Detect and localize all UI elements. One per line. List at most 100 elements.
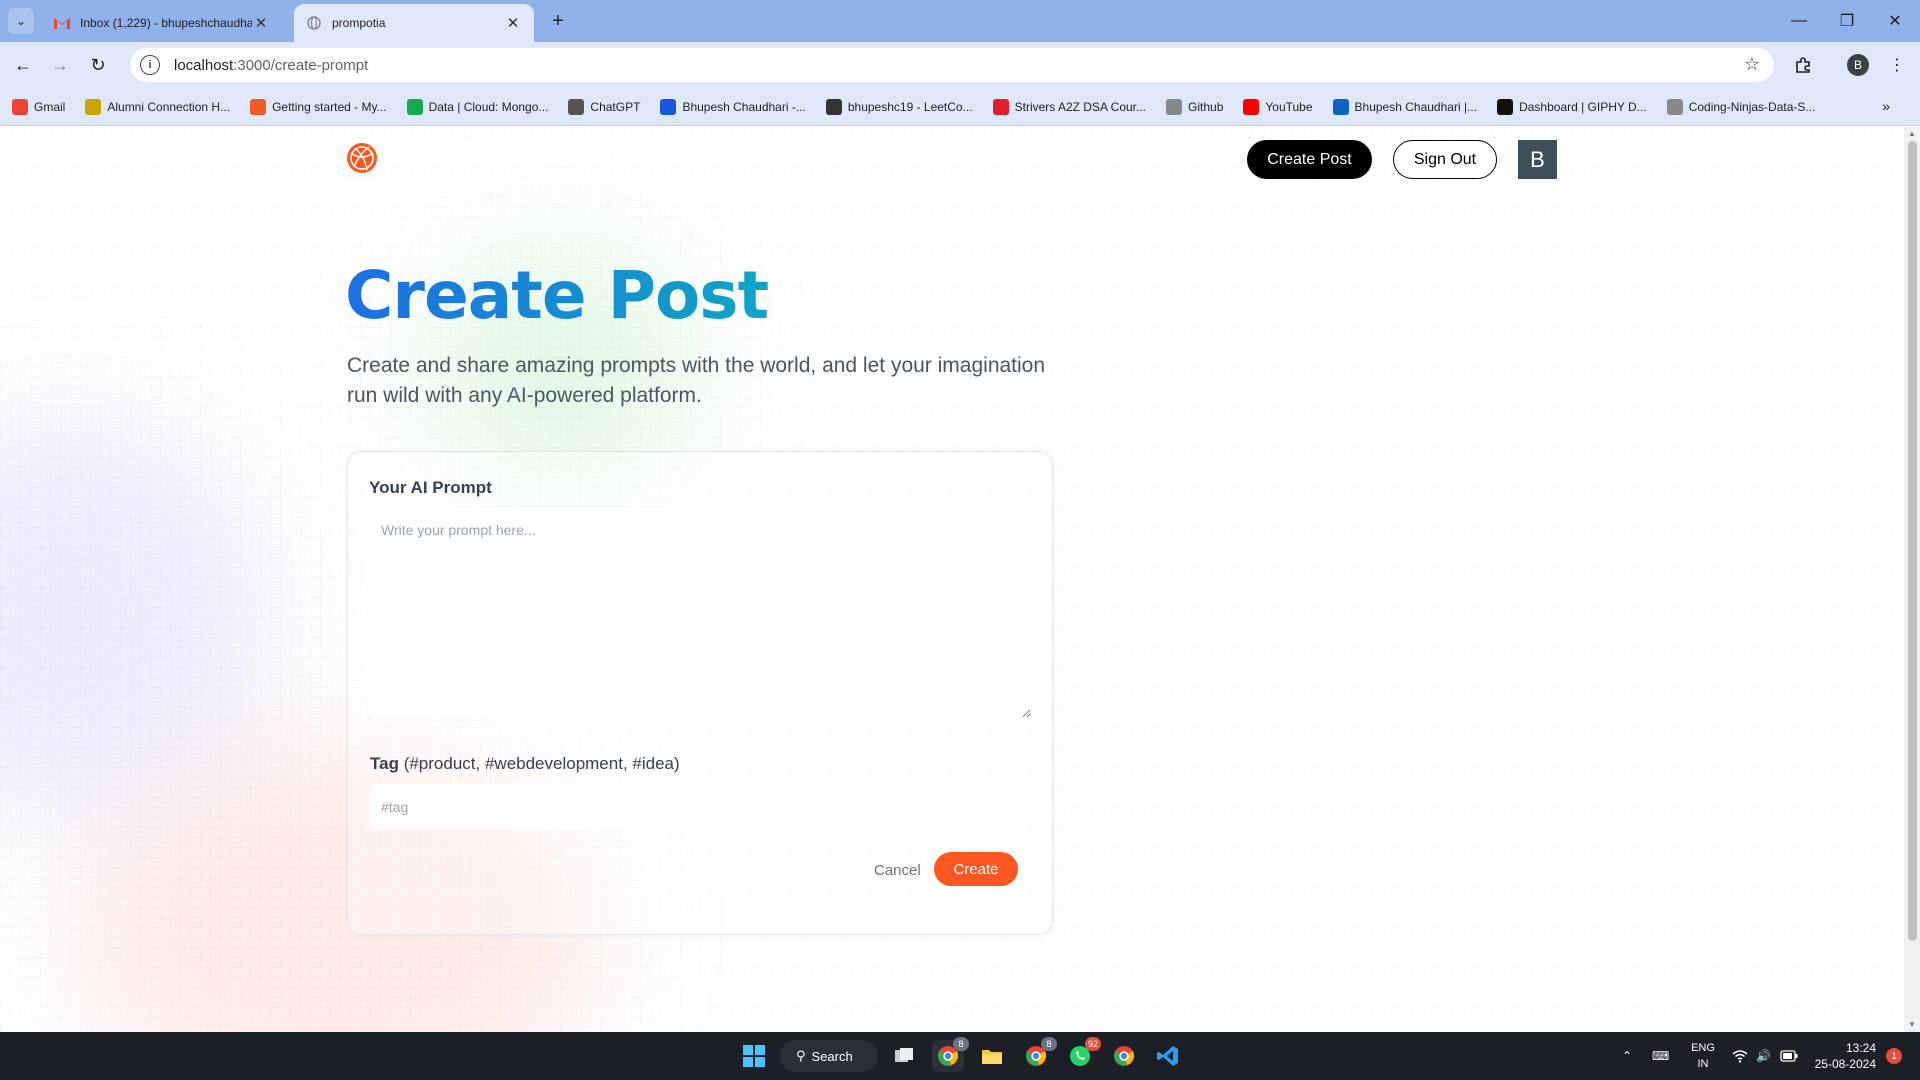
bookmark-item[interactable]: Github [1166,98,1224,115]
address-bar[interactable]: i localhost:3000/create-prompt ☆ [130,48,1774,82]
taskbar-search-label: Search [811,1048,853,1064]
chrome-profile-taskbar-icon[interactable]: 8 [1020,1037,1057,1072]
tab-title: prompotia [332,16,386,30]
bookmark-label: Gmail [34,99,66,114]
page-description: Create and share amazing prompts with th… [347,354,1046,407]
restore-icon[interactable]: ❐ [1824,0,1870,42]
scroll-up-icon[interactable]: ▲ [1908,129,1916,138]
close-icon[interactable]: ✕ [252,14,270,32]
chrome-app-icon[interactable] [1108,1040,1140,1072]
youtube-icon [1243,98,1260,115]
tag-label-hint: (#product, #webdevelopment, #idea) [398,754,680,773]
system-clock[interactable]: 13:24 25-08-2024 [1806,1040,1876,1072]
task-view-icon[interactable] [888,1040,920,1072]
wifi-icon[interactable] [1732,1032,1748,1080]
volume-icon[interactable]: 🔊 [1756,1032,1771,1080]
forward-arrow-icon[interactable]: → [45,50,75,80]
search-icon: ⚲ [796,1048,806,1063]
chatgpt-icon [568,98,585,115]
promptopia-logo-icon[interactable] [345,141,379,175]
reload-icon[interactable]: ↻ [83,50,113,80]
bookmark-item[interactable]: Strivers A2Z DSA Cour... [992,98,1146,115]
leetcode-icon [825,98,842,115]
profile-avatar: B [1847,54,1869,76]
bookmark-item[interactable]: Dashboard | GIPHY D... [1497,98,1647,115]
scroll-down-icon[interactable]: ▼ [1908,1020,1916,1029]
bookmark-item[interactable]: Data | Cloud: Mongo... [406,98,549,115]
tag-input[interactable] [369,784,1031,830]
bookmark-label: Github [1188,99,1224,114]
mongodb-icon [406,98,423,115]
bookmark-item[interactable]: Getting started - My... [250,98,387,115]
clock-date: 25-08-2024 [1814,1057,1876,1071]
bookmark-label: Data | Cloud: Mongo... [428,99,549,114]
bookmarks-bar: Gmail Alumni Connection H... Getting start… [0,88,1920,126]
gmail-icon [12,98,28,115]
bookmark-item[interactable]: Bhupesh Chaudhari |... [1332,98,1477,115]
bookmark-label: Getting started - My... [272,99,387,114]
site-info-icon[interactable]: i [140,55,160,75]
tray-overflow-icon[interactable]: ⌃ [1622,1032,1632,1080]
notification-badge: 8 [1041,1037,1057,1051]
profile-button[interactable]: B [1843,50,1873,80]
close-window-icon[interactable]: ✕ [1872,0,1918,42]
vscode-icon[interactable] [1152,1040,1184,1072]
bookmark-label: YouTube [1265,99,1313,114]
bookmark-item[interactable]: bhupeshc19 - LeetCo... [825,98,973,115]
file-explorer-icon[interactable] [976,1040,1008,1072]
language-indicator[interactable]: ENG IN [1688,1040,1718,1072]
windows-start-icon[interactable] [738,1040,770,1072]
browser-tab-bar: ⌄ Inbox (1,229) - bhupeshchaudhari ✕ pro… [0,0,1920,42]
top-nav: Create Post Sign Out B [0,127,1904,197]
bookmarks-overflow-icon[interactable]: » [1882,98,1890,114]
tab-search-button[interactable]: ⌄ [8,8,34,34]
page-scrollbar[interactable]: ▲ ▼ [1904,127,1920,1032]
keyboard-icon[interactable]: ⌨ [1652,1032,1669,1080]
minimize-icon[interactable]: — [1776,0,1822,42]
myapp-icon [250,98,267,115]
sign-out-button[interactable]: Sign Out [1393,140,1497,179]
clock-time: 13:24 [1845,1041,1876,1055]
bookmark-item[interactable]: Bhupesh Chaudhari -... [660,98,806,115]
bookmark-item[interactable]: Coding-Ninjas-Data-S... [1666,98,1815,115]
tag-label: Tag (#product, #webdevelopment, #idea) [370,754,680,774]
bookmark-label: Dashboard | GIPHY D... [1519,99,1647,114]
tab-prompotia[interactable]: prompotia ✕ [294,4,534,42]
bookmark-item[interactable]: Gmail [12,98,66,115]
prompt-label: Your AI Prompt [369,478,492,497]
bookmark-item[interactable]: ChatGPT [568,98,640,115]
url-host: localhost [174,56,234,74]
tab-inbox[interactable]: Inbox (1,229) - bhupeshchaudhari ✕ [42,4,282,42]
url-text: localhost:3000/create-prompt [174,57,368,74]
prompt-textarea[interactable] [369,508,1031,718]
chrome-taskbar-icon[interactable]: 8 [932,1037,969,1072]
notification-count-badge[interactable]: 1 [1886,1048,1902,1064]
linkedin-icon [1332,98,1349,115]
gmail-icon [54,15,70,31]
url-path: :3000/create-prompt [233,56,369,74]
back-arrow-icon[interactable]: ← [8,50,38,80]
region-code: IN [1697,1058,1709,1070]
browser-toolbar: ← → ↻ i localhost:3000/create-prompt ☆ B… [0,42,1920,88]
create-post-button[interactable]: Create Post [1247,140,1372,179]
bookmark-item[interactable]: Alumni Connection H... [85,98,230,115]
bookmark-label: bhupeshc19 - LeetCo... [847,99,973,114]
extensions-icon[interactable] [1788,50,1818,80]
bookmark-label: Bhupesh Chaudhari -... [682,99,806,114]
notification-badge: 8 [953,1037,969,1051]
bookmark-star-icon[interactable]: ☆ [1744,54,1760,75]
page-title: Create Post [345,257,769,334]
tab-title: Inbox (1,229) - bhupeshchaudhari [80,16,252,30]
more-menu-icon[interactable]: ⋮ [1882,50,1912,80]
battery-icon[interactable] [1780,1032,1798,1080]
cancel-button[interactable]: Cancel [874,862,921,879]
bookmark-item[interactable]: YouTube [1243,98,1313,115]
new-tab-button[interactable]: + [546,10,570,34]
user-avatar[interactable]: B [1518,140,1557,179]
whatsapp-icon[interactable]: 92 [1064,1037,1101,1072]
create-button[interactable]: Create [934,852,1018,886]
scrollbar-thumb[interactable] [1908,141,1917,941]
close-icon[interactable]: ✕ [504,14,522,32]
taskbar-search[interactable]: ⚲ Search [780,1040,878,1072]
alumni-icon [85,98,102,115]
